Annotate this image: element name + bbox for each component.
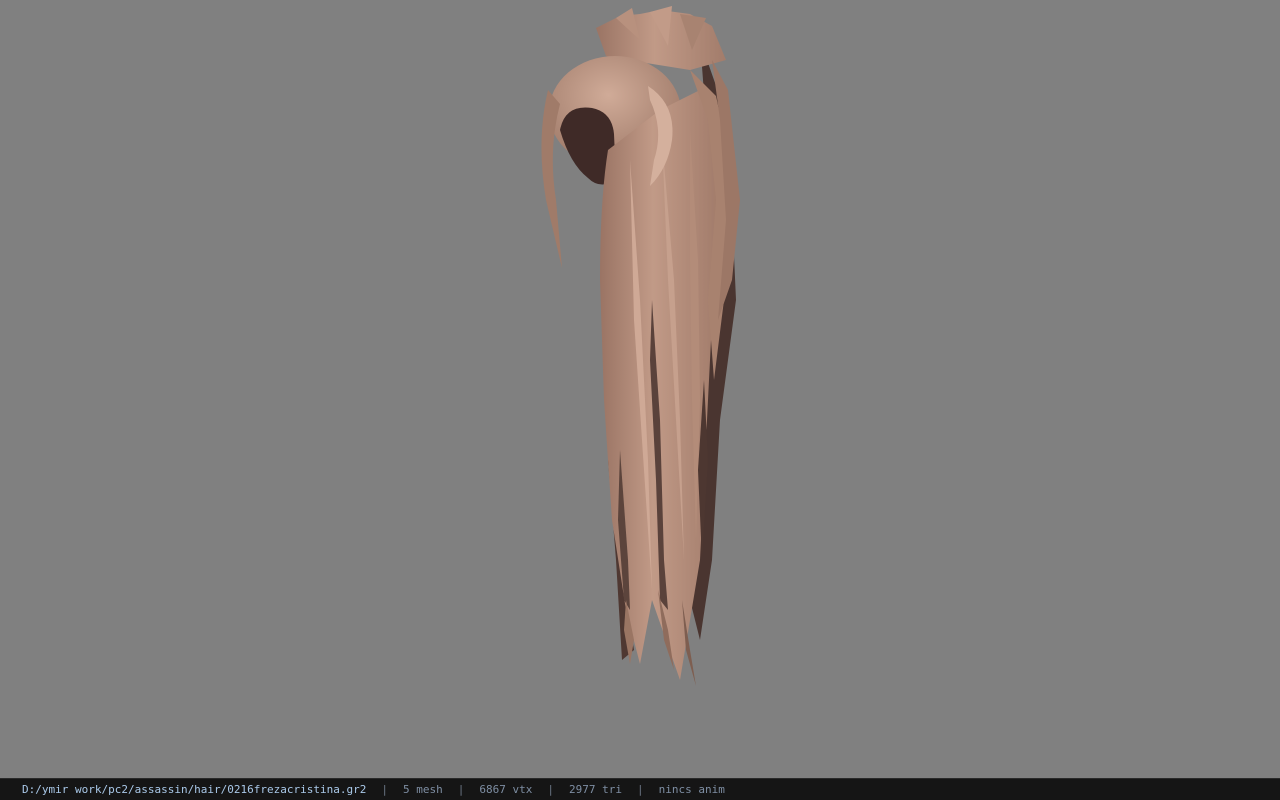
status-separator: |	[636, 783, 644, 796]
status-separator: |	[457, 783, 465, 796]
status-separator: |	[547, 783, 554, 796]
hair-model	[541, 6, 740, 686]
anim-status-label: nincs anim	[658, 783, 725, 796]
mesh-count-label: 5 mesh	[403, 783, 443, 796]
status-bar: D:/ymir work/pc2/assassin/hair/0216freza…	[0, 778, 1280, 800]
vertex-count-label: 6867 vtx	[479, 783, 533, 796]
triangle-count-label: 2977 tri	[568, 783, 622, 796]
status-separator: |	[381, 783, 388, 796]
3d-viewport[interactable]	[0, 0, 1280, 778]
file-path-label: D:/ymir work/pc2/assassin/hair/0216freza…	[22, 783, 367, 796]
